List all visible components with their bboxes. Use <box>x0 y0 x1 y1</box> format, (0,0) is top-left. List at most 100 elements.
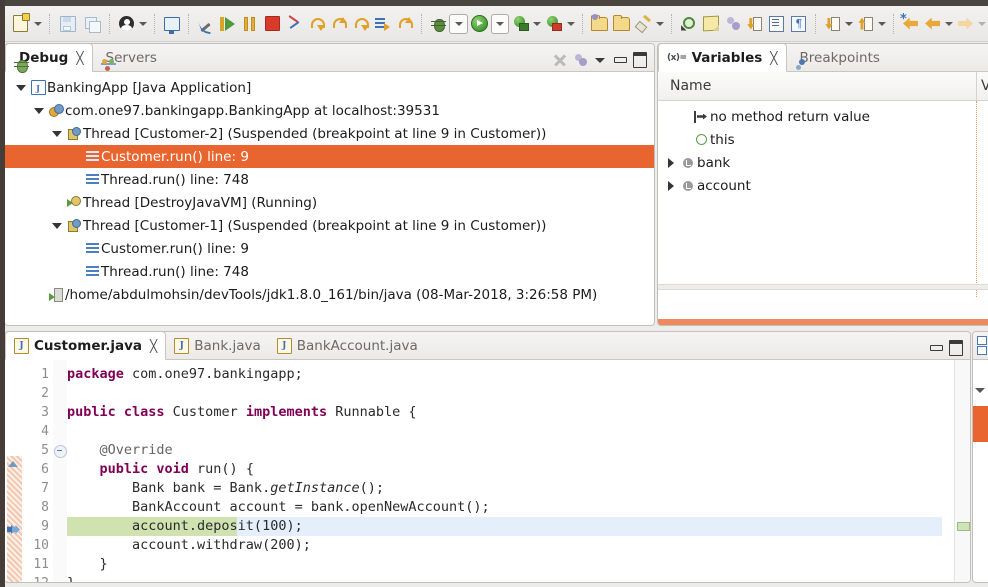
step-return-icon[interactable] <box>350 13 370 35</box>
run-dropdown-icon[interactable] <box>491 14 509 34</box>
overview-marker[interactable] <box>957 522 970 531</box>
table-row[interactable]: no method return value <box>658 101 988 128</box>
new-folder-icon[interactable] <box>612 13 632 35</box>
debug-bug-icon[interactable] <box>428 13 448 35</box>
table-row[interactable]: Thread [DestroyJavaVM] (Running) <box>5 191 654 214</box>
editor-code-area[interactable]: package com.one97.bankingapp; public cla… <box>67 360 942 583</box>
resume-icon[interactable] <box>218 13 238 35</box>
tab-debug-close-icon[interactable]: ╳ <box>76 51 83 65</box>
editor-overview-ruler[interactable] <box>954 360 970 583</box>
fold-collapse-icon[interactable] <box>53 445 67 464</box>
view-menu-icon[interactable] <box>592 52 608 68</box>
terminate-icon[interactable] <box>262 13 282 35</box>
link-icon[interactable] <box>723 13 743 35</box>
minimize-icon[interactable] <box>612 52 628 68</box>
tab-variables-close-icon[interactable]: ╳ <box>770 51 777 65</box>
table-row[interactable]: com.one97.bankingapp.BankingApp at local… <box>5 99 654 122</box>
table-row[interactable]: Thread.run() line: 748 <box>5 168 654 191</box>
back-arrow-icon[interactable] <box>923 13 943 35</box>
toggle-mark-occurrences-icon[interactable]: ¶ <box>789 13 809 35</box>
open-type-dropdown-icon[interactable] <box>655 13 665 35</box>
editor-folding-ruler[interactable] <box>53 360 67 583</box>
run-icon[interactable] <box>470 13 490 35</box>
forward-dropdown-icon[interactable] <box>977 13 987 35</box>
object-variable-icon <box>679 181 697 191</box>
coverage-dropdown-icon[interactable] <box>532 13 542 35</box>
forward-arrow-icon[interactable] <box>956 13 976 35</box>
editor-marker-ruler[interactable] <box>5 360 23 583</box>
next-annotation-dropdown-icon[interactable] <box>844 13 854 35</box>
save-all-icon[interactable] <box>81 13 103 35</box>
table-row-selected[interactable]: Customer.run() line: 9 <box>5 145 654 168</box>
previous-annotation-dropdown-icon[interactable] <box>877 13 887 35</box>
annotate-icon[interactable] <box>701 13 721 35</box>
view-menu-dots-icon[interactable] <box>572 52 588 68</box>
drop-to-frame-icon[interactable] <box>394 13 414 35</box>
run-external-dropdown-icon[interactable] <box>566 13 576 35</box>
tab-customer-java[interactable]: J Customer.java ╳ <box>5 331 166 360</box>
save-icon[interactable] <box>57 13 79 35</box>
debug-dropdown-icon[interactable] <box>449 14 467 34</box>
tab-bankaccount-java[interactable]: J BankAccount.java <box>269 333 426 359</box>
table-row[interactable]: bank <box>658 151 988 174</box>
tree-twisty[interactable] <box>49 122 65 145</box>
table-row[interactable]: Thread.run() line: 748 <box>5 260 654 283</box>
tree-twisty[interactable] <box>31 99 47 122</box>
tab-bank-java[interactable]: J Bank.java <box>166 333 269 359</box>
tab-variables[interactable]: (x)= Variables ╳ <box>658 43 787 72</box>
column-header-value[interactable]: V <box>976 72 988 100</box>
use-step-filters-icon[interactable] <box>372 13 392 35</box>
chevron-down-icon[interactable] <box>975 388 985 393</box>
user-avatar-icon[interactable] <box>117 13 137 35</box>
table-row[interactable]: /home/abdulmohsin/devTools/jdk1.8.0_161/… <box>5 283 654 306</box>
new-document-icon[interactable] <box>9 13 31 35</box>
variables-column-divider[interactable] <box>976 101 977 297</box>
step-into-icon[interactable] <box>306 13 326 35</box>
table-row[interactable]: this <box>658 128 988 151</box>
table-row[interactable]: Thread [Customer-2] (Suspended (breakpoi… <box>5 122 654 145</box>
code-line: @Override <box>67 441 942 460</box>
search-icon[interactable] <box>679 13 699 35</box>
code-line: public class Customer implements Runnabl… <box>67 403 942 422</box>
tab-debug[interactable]: Debug ╳ <box>5 43 93 72</box>
new-java-package-icon[interactable] <box>589 13 609 35</box>
previous-annotation-arrow-icon[interactable] <box>856 13 876 35</box>
tree-twisty[interactable] <box>663 151 679 174</box>
disconnect-icon[interactable] <box>284 13 304 35</box>
user-avatar-dropdown-icon[interactable] <box>138 13 148 35</box>
coverage-icon[interactable] <box>511 13 531 35</box>
table-row[interactable]: account <box>658 174 988 197</box>
open-type-icon[interactable] <box>634 13 654 35</box>
next-annotation-icon[interactable] <box>745 13 765 35</box>
table-row[interactable]: J BankingApp [Java Application] <box>5 76 654 99</box>
variables-detail-splitter[interactable] <box>658 284 988 290</box>
back-to-last-edit-icon[interactable] <box>901 13 921 35</box>
tree-item-label: com.one97.bankingapp.BankingApp at local… <box>65 103 440 119</box>
tree-twisty <box>67 237 83 260</box>
tree-twisty[interactable] <box>13 76 29 99</box>
suspend-icon[interactable] <box>240 13 260 35</box>
tab-breakpoints[interactable]: Breakpoints <box>787 45 888 71</box>
tree-twisty[interactable] <box>663 174 679 197</box>
minimize-icon[interactable] <box>928 340 944 356</box>
tree-twisty[interactable] <box>49 214 65 237</box>
column-header-name[interactable]: Name <box>658 78 976 94</box>
maximize-icon[interactable] <box>948 340 964 356</box>
next-annotation-arrow-icon[interactable] <box>823 13 843 35</box>
remove-all-terminated-icon[interactable] <box>552 52 568 68</box>
back-dropdown-icon[interactable] <box>944 13 954 35</box>
table-row[interactable]: Thread [Customer-1] (Suspended (breakpoi… <box>5 214 654 237</box>
skip-all-breakpoints-icon[interactable] <box>196 13 216 35</box>
new-document-dropdown-icon[interactable] <box>32 13 43 35</box>
step-over-icon[interactable] <box>328 13 348 35</box>
table-row[interactable]: Customer.run() line: 9 <box>5 237 654 260</box>
outline-icon[interactable] <box>767 13 787 35</box>
tab-customer-java-close-icon[interactable]: ╳ <box>150 339 157 353</box>
display-console-icon[interactable] <box>162 13 182 35</box>
code-editor[interactable]: 1 2 3 4 5 6 7 8 9 10 11 12 <box>5 360 970 583</box>
outline-selected-row[interactable] <box>973 406 988 442</box>
launch-config-icon: J <box>29 80 47 95</box>
tab-servers[interactable]: Servers <box>93 45 165 71</box>
run-external-icon[interactable] <box>544 13 564 35</box>
maximize-icon[interactable] <box>632 52 648 68</box>
